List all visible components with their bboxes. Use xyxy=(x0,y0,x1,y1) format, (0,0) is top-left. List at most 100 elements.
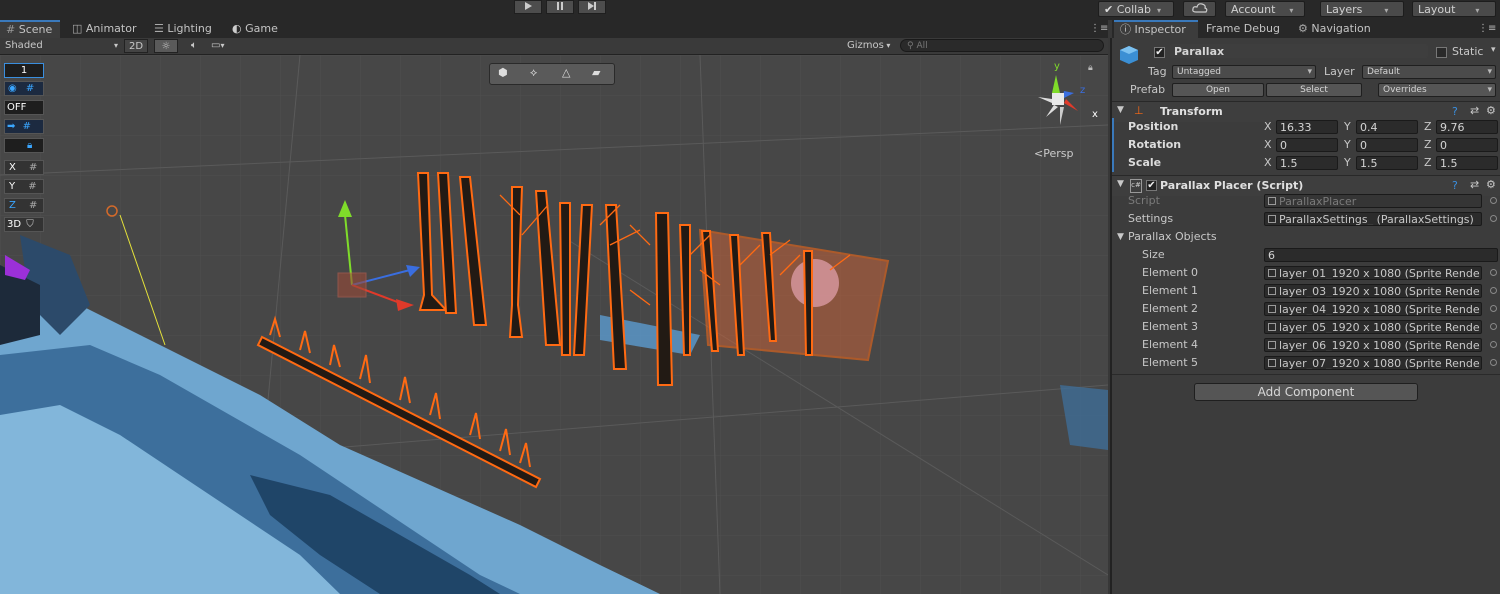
orientation-gizmo[interactable]: y z x 🔒︎ xyxy=(1024,61,1100,135)
tab-frame-debug-label: Frame Debug xyxy=(1206,22,1280,35)
settings-gear-icon[interactable]: ⚙ xyxy=(1486,178,1496,191)
scale-label: Scale xyxy=(1128,156,1162,169)
foldout-arrow-icon[interactable]: ▼ xyxy=(1117,179,1124,189)
account-label: Account xyxy=(1231,3,1276,16)
add-component-button[interactable]: Add Component xyxy=(1194,383,1418,401)
grid-icon: # xyxy=(28,181,37,192)
pen-icon[interactable]: △ xyxy=(562,66,570,79)
element-object-field[interactable]: layer_06_1920 x 1080 (Sprite Rende xyxy=(1264,338,1482,352)
shading-mode-dropdown[interactable]: Shaded ▾ xyxy=(2,39,120,53)
gameobject-name-field[interactable]: Parallax xyxy=(1170,44,1428,58)
effects-dropdown[interactable]: ▭▾ xyxy=(208,39,238,53)
layers-dropdown[interactable]: Layers ▾ xyxy=(1320,1,1404,17)
lock-toggle[interactable]: 🔒︎ xyxy=(4,138,44,153)
tab-inspector[interactable]: ⓘ Inspector xyxy=(1114,20,1198,38)
position-z-field[interactable]: 9.76 xyxy=(1436,120,1498,134)
element-object-field[interactable]: layer_01_1920 x 1080 (Sprite Rende xyxy=(1264,266,1482,280)
rotation-z-value: 0 xyxy=(1440,139,1447,152)
element-object-field[interactable]: layer_04_1920 x 1080 (Sprite Rende xyxy=(1264,302,1482,316)
scene-search-input[interactable]: ⚲ All xyxy=(900,39,1104,52)
element-object-field[interactable]: layer_05_1920 x 1080 (Sprite Rende xyxy=(1264,320,1482,334)
preset-icon[interactable]: ⇄ xyxy=(1470,104,1479,117)
settings-field[interactable]: ParallaxSettings_ (ParallaxSettings) xyxy=(1264,212,1482,226)
inspector-menu-icon[interactable]: ⋮≡ xyxy=(1478,23,1496,34)
axis-x-toggle[interactable]: X # xyxy=(4,160,44,175)
step-button[interactable] xyxy=(578,0,606,14)
parallax-objects-foldout[interactable]: ▼ Parallax Objects xyxy=(1112,228,1500,246)
audio-toggle[interactable]: 🔈︎ xyxy=(182,39,206,53)
rotation-x-field[interactable]: 0 xyxy=(1276,138,1338,152)
object-picker-icon[interactable] xyxy=(1490,359,1497,366)
play-button[interactable] xyxy=(514,0,542,14)
help-icon[interactable]: ? xyxy=(1452,179,1458,192)
element-row: Element 5 layer_07_1920 x 1080 (Sprite Re… xyxy=(1112,354,1500,372)
prefab-overrides-dropdown[interactable]: Overrides xyxy=(1378,83,1496,97)
pause-button[interactable] xyxy=(546,0,574,14)
lighting-toggle[interactable]: ☼ xyxy=(154,39,178,53)
projection-toggle[interactable]: <Persp xyxy=(1034,147,1073,160)
scene-view[interactable]: 1 ◉ # OFF ➡ # 🔒︎ X # Y # Z # 3D ⛉ ⬢ ⟡ △ … xyxy=(0,55,1108,594)
foldout-arrow-icon[interactable]: ▼ xyxy=(1117,105,1124,115)
gizmos-dropdown[interactable]: Gizmos ▾ xyxy=(844,39,894,53)
static-label: Static xyxy=(1452,45,1484,58)
tab-navigation[interactable]: ⚙ Navigation xyxy=(1292,20,1377,38)
help-icon[interactable]: ? xyxy=(1452,105,1458,118)
tab-scene[interactable]: # Scene xyxy=(0,20,60,38)
scale-x-field[interactable]: 1.5 xyxy=(1276,156,1338,170)
divider xyxy=(1112,374,1500,375)
size-field[interactable]: 6 xyxy=(1264,248,1498,262)
scale-y-field[interactable]: 1.5 xyxy=(1356,156,1418,170)
lock-icon[interactable]: 🔒︎ xyxy=(1088,63,1093,73)
position-z-value: 9.76 xyxy=(1440,121,1465,134)
3d-toggle[interactable]: 3D ⛉ xyxy=(4,217,44,232)
cube-icon[interactable]: ⬢ xyxy=(498,66,508,79)
layer-dropdown[interactable]: Default xyxy=(1362,65,1496,79)
object-picker-icon[interactable] xyxy=(1490,341,1497,348)
active-checkbox[interactable]: ✔ xyxy=(1154,47,1165,58)
tab-game-label: Game xyxy=(245,22,278,35)
search-placeholder: All xyxy=(916,41,928,51)
shape-icon[interactable]: ▰ xyxy=(592,66,600,79)
tab-frame-debug[interactable]: Frame Debug xyxy=(1200,20,1286,38)
collab-dropdown[interactable]: ✔ Collab ▾ xyxy=(1098,1,1174,17)
tab-animator[interactable]: ◫ Animator xyxy=(66,20,142,38)
account-dropdown[interactable]: Account ▾ xyxy=(1225,1,1305,17)
z-axis-label: Z xyxy=(1424,156,1432,169)
static-checkbox[interactable] xyxy=(1436,47,1447,58)
component-enabled-checkbox[interactable]: ✔ xyxy=(1146,180,1157,191)
scale-z-field[interactable]: 1.5 xyxy=(1436,156,1498,170)
rotation-z-field[interactable]: 0 xyxy=(1436,138,1498,152)
pane-menu-icon[interactable]: ⋮≡ xyxy=(1090,23,1108,34)
cloud-button[interactable] xyxy=(1183,1,1216,17)
axis-y-toggle[interactable]: Y # xyxy=(4,179,44,194)
object-picker-icon[interactable] xyxy=(1490,305,1497,312)
prefab-select-button[interactable]: Select xyxy=(1266,83,1362,97)
object-picker-icon[interactable] xyxy=(1490,323,1497,330)
layout-dropdown[interactable]: Layout ▾ xyxy=(1412,1,1496,17)
object-picker-icon[interactable] xyxy=(1490,269,1497,276)
settings-gear-icon[interactable]: ⚙ xyxy=(1486,104,1496,117)
snap-direction-toggle[interactable]: ➡ # xyxy=(4,119,44,134)
bone-icon[interactable]: ⟡ xyxy=(530,66,537,80)
element-object-field[interactable]: layer_07_1920 x 1080 (Sprite Rende xyxy=(1264,356,1482,370)
axis-z-toggle[interactable]: Z # xyxy=(4,198,44,213)
tab-game[interactable]: ◐ Game xyxy=(226,20,284,38)
tag-dropdown[interactable]: Untagged xyxy=(1172,65,1316,79)
static-dropdown-icon[interactable]: ▾ xyxy=(1491,45,1496,55)
gizmo-x-label: x xyxy=(1092,109,1098,120)
object-picker-icon[interactable] xyxy=(1490,287,1497,294)
element-object-field[interactable]: layer_03_1920 x 1080 (Sprite Rende xyxy=(1264,284,1482,298)
object-picker-icon[interactable] xyxy=(1490,215,1497,222)
rotation-y-field[interactable]: 0 xyxy=(1356,138,1418,152)
preset-icon[interactable]: ⇄ xyxy=(1470,178,1479,191)
position-x-field[interactable]: 16.33 xyxy=(1276,120,1338,134)
2d-toggle[interactable]: 2D xyxy=(124,39,148,53)
select-label: Select xyxy=(1300,85,1328,95)
arrow-right-icon: ➡ xyxy=(7,121,16,132)
foldout-arrow-icon[interactable]: ▼ xyxy=(1117,228,1124,246)
visibility-toggle[interactable]: ◉ # xyxy=(4,81,44,96)
tab-lighting[interactable]: ☰ Lighting xyxy=(148,20,218,38)
position-y-field[interactable]: 0.4 xyxy=(1356,120,1418,134)
off-toggle[interactable]: OFF xyxy=(4,100,44,115)
prefab-open-button[interactable]: Open xyxy=(1172,83,1264,97)
